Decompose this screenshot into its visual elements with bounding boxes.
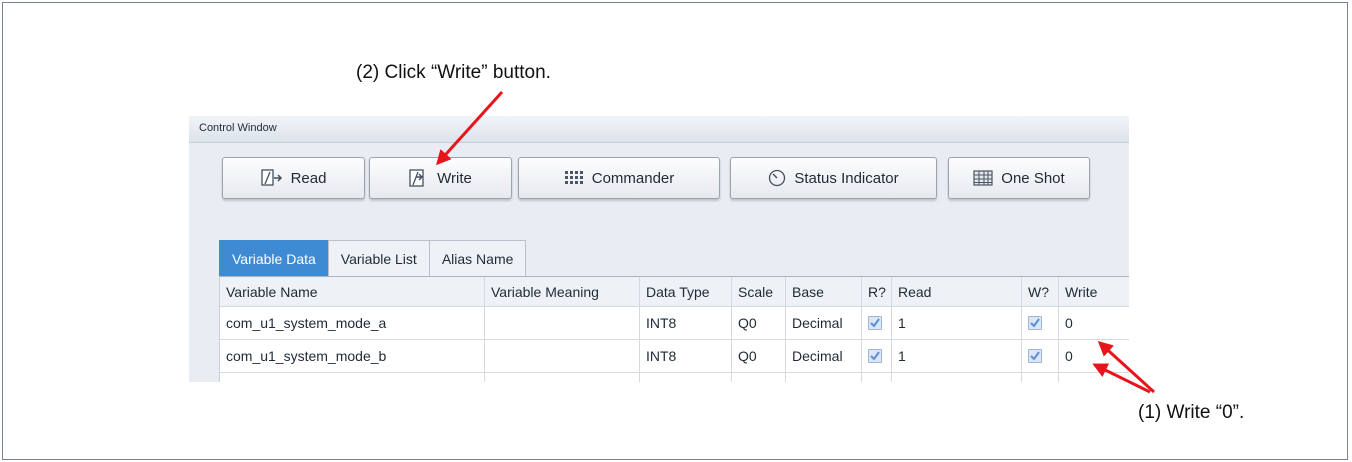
column-header-write[interactable]: Write — [1059, 277, 1129, 307]
write-enable-checkbox[interactable] — [1028, 349, 1042, 363]
read-enable-cell — [862, 307, 892, 340]
variable-name-cell[interactable]: com_u1_system_mode_b — [220, 340, 485, 373]
column-header-read-enable[interactable]: R? — [862, 277, 892, 307]
table-row-partial — [220, 373, 1129, 382]
scale-cell[interactable]: Q0 — [732, 307, 786, 340]
table-row: com_u1_system_mode_a INT8 Q0 Decimal 1 0 — [220, 307, 1129, 340]
tab-alias-name[interactable]: Alias Name — [428, 240, 527, 276]
write-icon — [409, 169, 429, 187]
table-header-row: Variable Name Variable Meaning Data Type… — [220, 277, 1129, 307]
variable-data-grid: Variable Name Variable Meaning Data Type… — [219, 276, 1129, 382]
column-header-variable-meaning[interactable]: Variable Meaning — [485, 277, 640, 307]
empty-cell — [732, 373, 786, 382]
column-header-base[interactable]: Base — [786, 277, 862, 307]
window-title: Control Window — [189, 116, 1129, 143]
base-cell[interactable]: Decimal — [786, 307, 862, 340]
write-value-input[interactable]: 0 — [1059, 340, 1129, 373]
write-button[interactable]: Write — [369, 157, 512, 199]
write-value-input[interactable]: 0 — [1059, 307, 1129, 340]
commander-button-label: Commander — [591, 169, 675, 187]
empty-cell — [786, 373, 862, 382]
column-header-data-type[interactable]: Data Type — [640, 277, 732, 307]
column-header-variable-name[interactable]: Variable Name — [220, 277, 485, 307]
scale-cell[interactable]: Q0 — [732, 340, 786, 373]
toolbar: Read Write Commander Status Indicator On… — [189, 142, 1129, 230]
tab-variable-list[interactable]: Variable List — [327, 240, 430, 276]
base-cell[interactable]: Decimal — [786, 340, 862, 373]
status-indicator-icon — [768, 169, 786, 187]
read-button[interactable]: Read — [222, 157, 365, 199]
empty-cell — [485, 373, 640, 382]
variable-meaning-cell[interactable] — [485, 307, 640, 340]
status-indicator-button-label: Status Indicator — [794, 169, 899, 187]
empty-cell — [892, 373, 1022, 382]
empty-cell — [1022, 373, 1059, 382]
read-enable-cell — [862, 340, 892, 373]
table-row: com_u1_system_mode_b INT8 Q0 Decimal 1 0 — [220, 340, 1129, 373]
data-type-cell[interactable]: INT8 — [640, 307, 732, 340]
empty-cell — [220, 373, 485, 382]
tab-bar: Variable Data Variable List Alias Name — [219, 240, 527, 276]
variable-name-cell[interactable]: com_u1_system_mode_a — [220, 307, 485, 340]
annotation-step-1: (1) Write “0”. — [1138, 402, 1245, 423]
status-indicator-button[interactable]: Status Indicator — [730, 157, 937, 199]
one-shot-icon — [973, 170, 993, 186]
column-header-write-enable[interactable]: W? — [1022, 277, 1059, 307]
read-value-cell: 1 — [892, 307, 1022, 340]
write-button-label: Write — [437, 169, 472, 187]
column-header-read[interactable]: Read — [892, 277, 1022, 307]
tab-variable-data[interactable]: Variable Data — [219, 240, 329, 276]
read-enable-checkbox[interactable] — [868, 349, 882, 363]
one-shot-button-label: One Shot — [1001, 169, 1065, 187]
empty-cell — [640, 373, 732, 382]
control-window: Control Window Read Write Commander Stat… — [189, 116, 1129, 382]
empty-cell — [862, 373, 892, 382]
read-icon — [260, 169, 283, 187]
commander-button[interactable]: Commander — [518, 157, 720, 199]
one-shot-button[interactable]: One Shot — [948, 157, 1090, 199]
write-enable-checkbox[interactable] — [1028, 316, 1042, 330]
commander-icon — [564, 170, 584, 186]
data-type-cell[interactable]: INT8 — [640, 340, 732, 373]
variable-meaning-cell[interactable] — [485, 340, 640, 373]
read-button-label: Read — [290, 169, 327, 187]
write-enable-cell — [1022, 340, 1059, 373]
write-enable-cell — [1022, 307, 1059, 340]
column-header-scale[interactable]: Scale — [732, 277, 786, 307]
annotation-step-2: (2) Click “Write” button. — [356, 62, 551, 83]
read-value-cell: 1 — [892, 340, 1022, 373]
empty-cell — [1059, 373, 1129, 382]
read-enable-checkbox[interactable] — [868, 316, 882, 330]
